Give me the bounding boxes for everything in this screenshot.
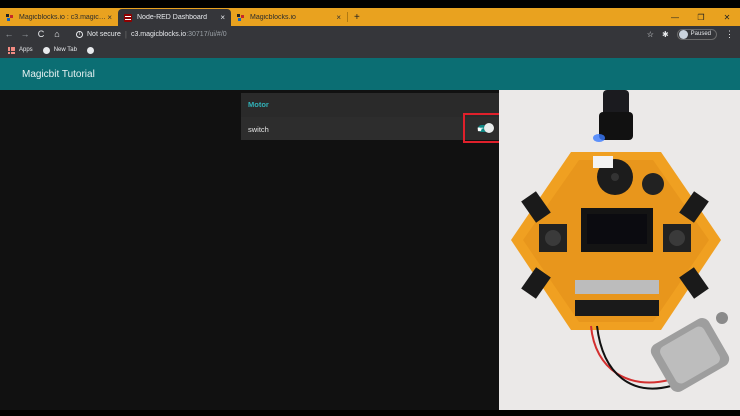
highlight-annotation — [463, 113, 501, 143]
tab-label: Magicblocks.io — [250, 14, 296, 21]
magicblocks-favicon-icon — [237, 13, 244, 21]
letterbox-top — [0, 0, 740, 8]
node-red-favicon-icon — [124, 13, 132, 22]
tab-label: Node-RED Dashboard — [137, 14, 208, 21]
close-window-button[interactable]: ✕ — [714, 13, 740, 22]
switch-row[interactable]: switch — [241, 117, 499, 140]
dashboard-header: Magicbit Tutorial — [0, 58, 740, 90]
forward-button[interactable]: → — [18, 29, 32, 39]
new-tab-button[interactable]: + — [348, 12, 366, 23]
tab-magicblocks[interactable]: Magicblocks.io × — [231, 9, 347, 26]
security-indicator[interactable]: Not secure — [87, 31, 121, 38]
home-button[interactable]: ⌂ — [50, 29, 64, 39]
avatar — [678, 29, 688, 39]
bookmark-new-tab[interactable]: New Tab — [42, 46, 77, 54]
bookmark-apps[interactable]: Apps — [8, 46, 33, 54]
bookmark-star-icon[interactable]: ☆ — [647, 30, 654, 39]
tab-close-icon[interactable]: × — [107, 13, 112, 22]
menu-icon[interactable]: ⋮ — [725, 29, 734, 40]
back-button[interactable]: ← — [2, 29, 16, 39]
bookmark-label: Apps — [19, 47, 33, 53]
minimize-button[interactable]: — — [662, 13, 688, 22]
bookmark-label: New Tab — [53, 47, 77, 53]
tab-label: Magicblocks.io : c3.magicblocks... — [19, 14, 107, 21]
url-divider: | — [124, 29, 127, 39]
address-bar[interactable]: c3.magicblocks.io:30717/ui/#/0 — [131, 31, 227, 38]
profile-button[interactable]: Paused — [676, 28, 717, 40]
motor-group-card: Motor switch ☛ — [241, 93, 501, 143]
group-title: Motor — [248, 100, 269, 109]
extensions-icon[interactable]: ✱ — [662, 30, 669, 39]
toolbar-right: ☆ ✱ Paused ⋮ — [647, 28, 740, 40]
letterbox-bottom — [0, 410, 740, 416]
info-icon[interactable]: i — [76, 30, 83, 38]
tab-magicblocks-c3[interactable]: Magicblocks.io : c3.magicblocks... × — [0, 9, 118, 26]
bookmark-globe[interactable] — [86, 46, 98, 54]
globe-icon — [86, 46, 94, 54]
bookmarks-bar: Apps New Tab — [0, 42, 740, 58]
tab-close-icon[interactable]: × — [336, 13, 341, 22]
magicbit-board-illustration — [499, 90, 740, 416]
tab-node-red-dashboard[interactable]: Node-RED Dashboard × — [118, 9, 231, 26]
restore-button[interactable]: ❐ — [688, 13, 714, 22]
url-path: :30717/ui/#/0 — [186, 30, 227, 38]
apps-grid-icon — [8, 46, 15, 54]
reload-button[interactable]: C — [34, 29, 48, 39]
tab-close-icon[interactable]: × — [220, 13, 225, 22]
globe-icon — [42, 46, 50, 54]
profile-label: Paused — [690, 31, 711, 37]
browser-toolbar: ← → C ⌂ i Not secure | c3.magicblocks.io… — [0, 26, 740, 42]
switch-label: switch — [248, 125, 269, 134]
page-title: Magicbit Tutorial — [22, 68, 95, 80]
url-host: c3.magicblocks.io — [130, 30, 187, 38]
magicbit-board-photo — [499, 90, 740, 416]
dashboard-content: Motor switch ☛ — [0, 90, 740, 416]
tab-strip: Magicblocks.io : c3.magicblocks... × Nod… — [0, 8, 740, 26]
magicblocks-favicon-icon — [6, 13, 13, 21]
window-controls: — ❐ ✕ — [662, 13, 740, 22]
